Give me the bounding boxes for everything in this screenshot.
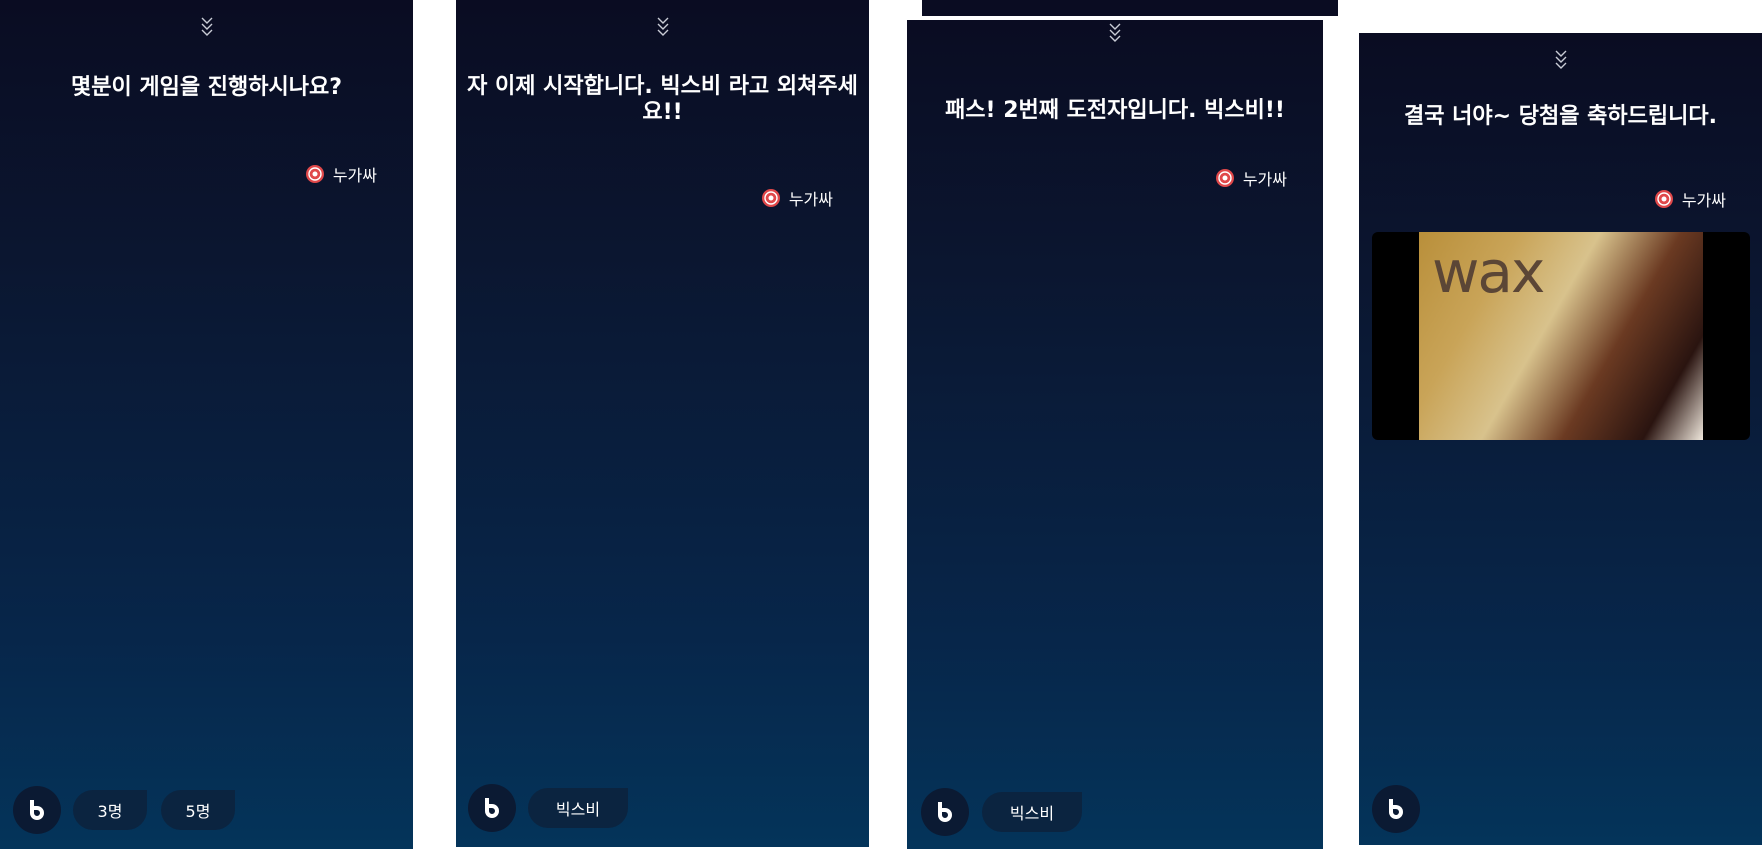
bixby-icon [1389,799,1403,819]
bixby-button[interactable] [1372,785,1420,833]
prompt-text: 패스! 2번째 도전자입니다. 빅스비!! [945,98,1285,123]
bixby-icon [30,800,44,820]
bixby-panel-3: 패스! 2번째 도전자입니다. 빅스비!! 누가싸 빅스비 [907,20,1323,849]
bixby-panel-1: 몇분이 게임을 진행하시나요? 누가싸 3명 5명 [0,0,413,849]
bixby-button[interactable] [468,784,516,832]
collapse-chevron-icon[interactable] [199,14,215,36]
collapse-chevron-icon[interactable] [1553,47,1569,69]
bixby-button[interactable] [13,786,61,834]
suggestion-chip[interactable]: 5명 [161,790,235,830]
target-icon [1215,169,1234,187]
bixby-panel-2: 자 이제 시작합니다. 빅스비 라고 외쳐주세요!! 누가싸 빅스비 [456,0,869,847]
prompt-text: 자 이제 시작합니다. 빅스비 라고 외쳐주세요!! [467,74,858,125]
bixby-button[interactable] [921,788,969,836]
capsule-source: 누가싸 [305,162,377,186]
screenshot-stage: 몇분이 게임을 진행하시나요? 누가싸 3명 5명 자 이제 시작합니다. 빅스… [0,0,1762,849]
capsule-source: 누가싸 [1215,166,1287,190]
source-label: 누가싸 [332,166,377,185]
suggestion-chip[interactable]: 빅스비 [528,788,628,828]
bixby-icon [938,802,952,822]
target-icon [761,189,780,207]
collapse-chevron-icon[interactable] [655,14,671,36]
source-label: 누가싸 [1681,191,1726,210]
capsule-source: 누가싸 [1654,187,1726,211]
suggestion-chip[interactable]: 빅스비 [982,792,1082,832]
prompt-text: 결국 너야~ 당첨을 축하드립니다. [1404,104,1717,129]
album-logo-text: wax [1432,238,1545,306]
source-label: 누가싸 [1242,170,1287,189]
bixby-icon [485,798,499,818]
bixby-panel-4: 결국 너야~ 당첨을 축하드립니다. 누가싸 wax [1359,33,1762,845]
winner-image[interactable]: wax [1372,232,1750,440]
partial-status-bar [922,0,1338,16]
suggestion-chip[interactable]: 3명 [73,790,147,830]
source-label: 누가싸 [788,190,833,209]
target-icon [305,165,324,183]
target-icon [1654,190,1673,208]
prompt-text: 몇분이 게임을 진행하시나요? [71,75,342,100]
collapse-chevron-icon[interactable] [1107,20,1123,42]
capsule-source: 누가싸 [761,186,833,210]
